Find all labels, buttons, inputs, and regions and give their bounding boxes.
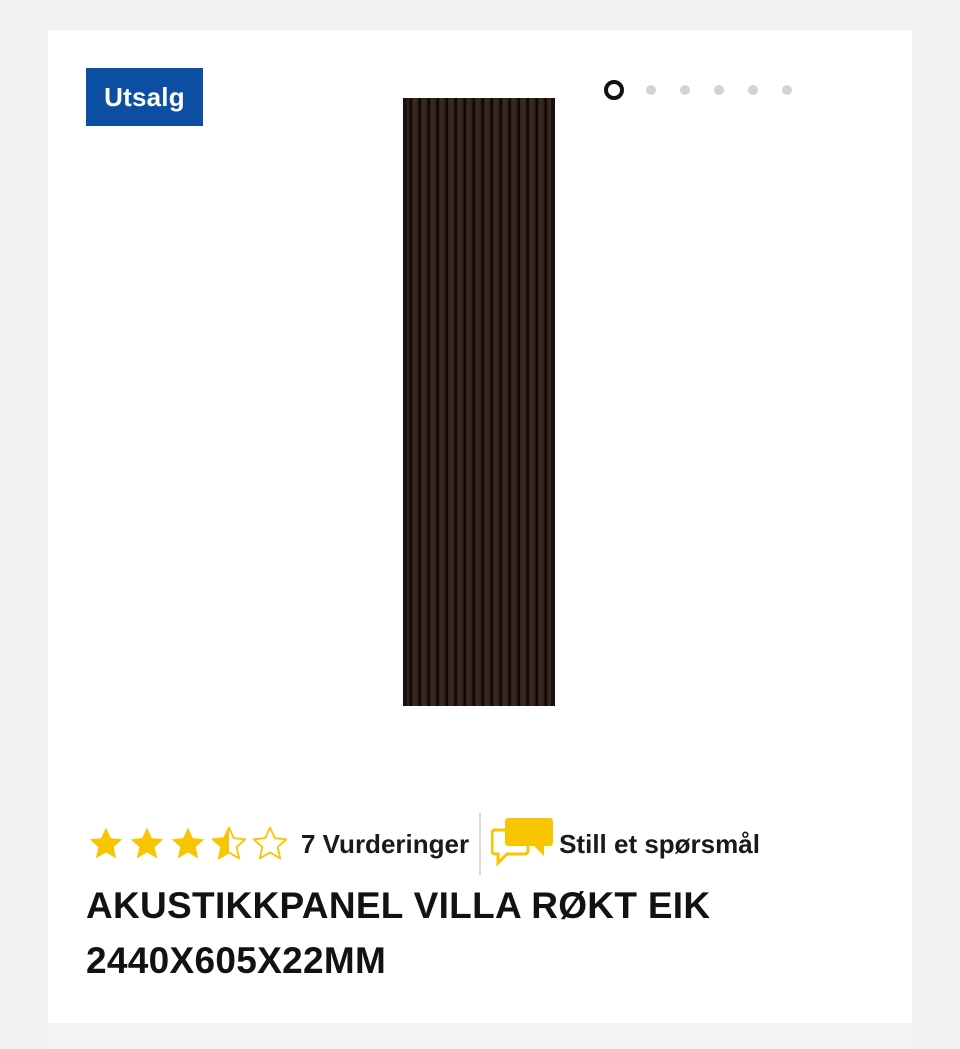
product-title-line1: AKUSTIKKPANEL VILLA RØKT EIK <box>86 885 711 926</box>
star-full-icon <box>89 827 123 859</box>
product-image[interactable] <box>403 98 555 706</box>
panel-right-edge <box>551 98 555 706</box>
gallery-dot-1[interactable] <box>604 80 624 100</box>
sale-badge: Utsalg <box>86 68 203 126</box>
acoustic-panel-slats <box>403 98 555 706</box>
star-half-icon <box>211 826 247 860</box>
panel-left-edge <box>403 98 407 706</box>
star-rating[interactable] <box>86 824 291 864</box>
rating-row: 7 Vurderinger Still et spørsmål <box>86 812 760 876</box>
gallery-dot-4[interactable] <box>714 85 724 95</box>
sale-badge-label: Utsalg <box>104 81 185 112</box>
product-card: Utsalg 7 Vurderinger Still et spørsmål A… <box>48 30 912 1049</box>
chat-bubbles-icon <box>491 818 554 867</box>
gallery-pagination <box>604 79 816 101</box>
gallery-dot-2[interactable] <box>646 85 656 95</box>
gallery-dot-3[interactable] <box>680 85 690 95</box>
product-title-line2: 2440X605X22MM <box>86 940 387 981</box>
section-divider <box>48 1023 912 1049</box>
ask-question-label: Still et spørsmål <box>559 828 760 859</box>
divider <box>479 813 482 875</box>
gallery-dot-6[interactable] <box>782 85 792 95</box>
star-full-icon <box>171 827 205 859</box>
gallery-dot-5[interactable] <box>748 85 758 95</box>
star-full-icon <box>130 827 164 859</box>
ask-question-link[interactable]: Still et spørsmål <box>491 816 760 872</box>
product-title: AKUSTIKKPANEL VILLA RØKT EIK 2440X605X22… <box>86 878 866 988</box>
star-empty-icon <box>252 826 288 860</box>
reviews-link[interactable]: 7 Vurderinger <box>301 829 469 860</box>
